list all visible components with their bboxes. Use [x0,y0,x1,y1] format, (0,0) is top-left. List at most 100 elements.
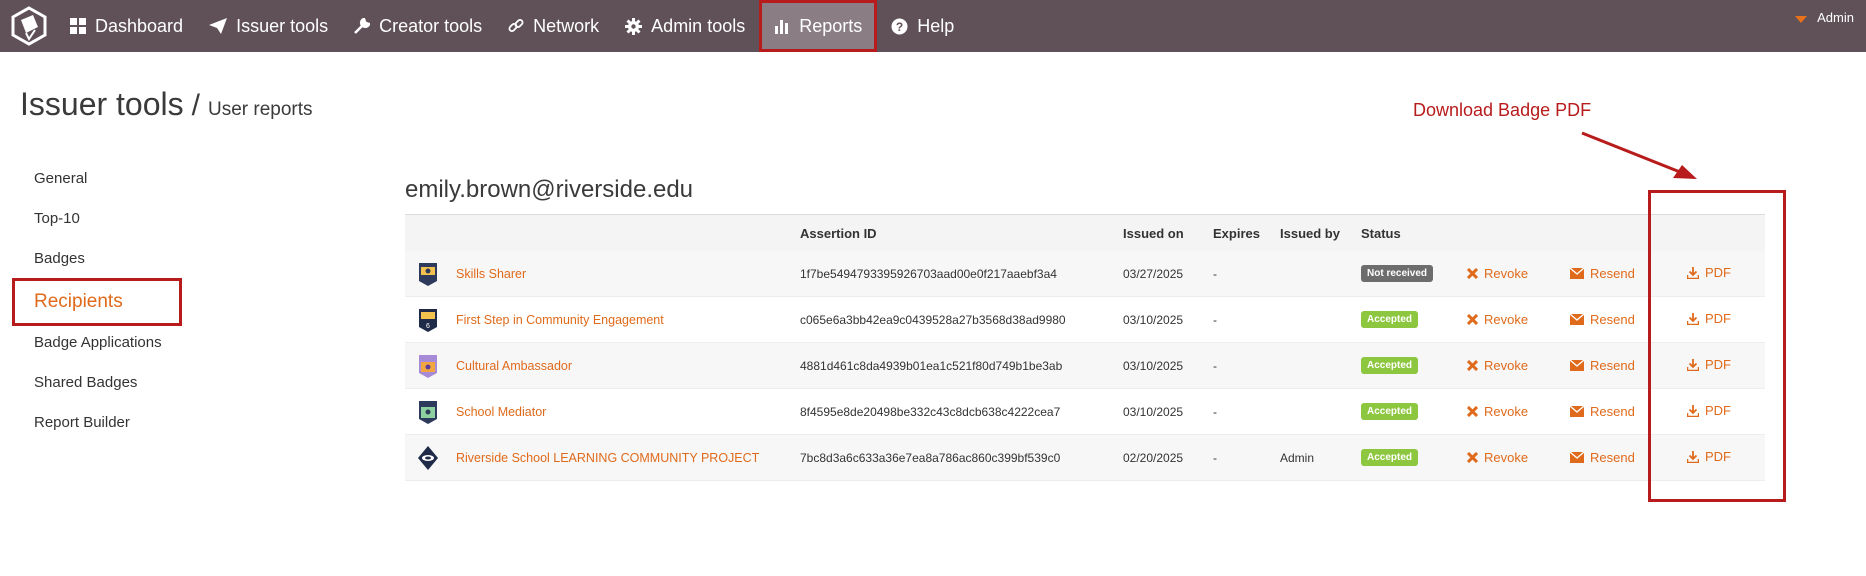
user-name: Admin [1817,10,1854,25]
table-row: Cultural Ambassador 4881d461c8da4939b01e… [405,343,1765,389]
nav-creator-tools[interactable]: Creator tools [354,0,482,52]
status-badge: Accepted [1361,403,1419,420]
badge-cell: Skills Sharer [405,261,800,287]
envelope-icon [1570,313,1584,325]
close-icon [1467,405,1478,417]
app-logo-icon[interactable] [8,5,50,47]
envelope-icon [1570,267,1584,279]
user-menu[interactable]: Admin [1795,10,1854,25]
close-icon [1467,359,1478,371]
nav-help[interactable]: ? Help [891,0,954,52]
top-navigation-bar: Dashboard Issuer tools Creator tools Net… [0,0,1866,52]
badge-table: Assertion ID Issued on Expires Issued by… [405,214,1765,481]
nav-dashboard-label: Dashboard [95,15,184,36]
sidebar-item-badge-applications[interactable]: Badge Applications [12,322,182,362]
revoke-label: Revoke [1484,265,1529,281]
badge-name-link[interactable]: Cultural Ambassador [456,359,572,373]
status-cell: Accepted [1361,403,1467,420]
sidebar-item-badges[interactable]: Badges [12,238,182,278]
resend-button[interactable]: Resend [1570,404,1635,419]
revoke-button[interactable]: Revoke [1467,404,1528,419]
header-assertion-id: Assertion ID [800,225,877,241]
revoke-label: Revoke [1484,449,1529,465]
revoke-button[interactable]: Revoke [1467,266,1528,281]
badge-name-link[interactable]: Skills Sharer [456,267,526,281]
sidebar-item-report-builder[interactable]: Report Builder [12,402,182,442]
assertion-id: c065e6a3bb42ea9c0439528a27b3568d38ad9980 [800,312,1066,327]
nav-issuer-tools[interactable]: Issuer tools [209,0,328,52]
help-icon: ? [891,18,908,34]
resend-button[interactable]: Resend [1570,266,1635,281]
envelope-icon [1570,451,1584,463]
nav-help-label: Help [917,15,955,36]
table-row: School Mediator 8f4595e8de20498be332c43c… [405,389,1765,435]
header-issued-on: Issued on [1123,225,1184,241]
envelope-icon [1570,359,1584,371]
nav-reports-label: Reports [799,15,863,36]
page-title: Issuer tools / User reports [20,86,313,123]
badge-image-icon [419,262,437,286]
sidebar-item-general[interactable]: General [12,158,182,198]
badge-name-link[interactable]: Riverside School LEARNING COMMUNITY PROJ… [456,451,759,465]
nav-network-label: Network [533,15,600,36]
close-icon [1467,451,1478,463]
svg-text:?: ? [896,20,903,34]
pdf-column-highlight [1648,190,1786,502]
issued-on: 02/20/2025 [1123,450,1184,465]
annotation-label: Download Badge PDF [1413,100,1592,120]
assertion-id: 1f7be5494793395926703aad00e0f217aaebf3a4 [800,266,1057,281]
status-badge: Accepted [1361,357,1419,374]
nav-creator-tools-label: Creator tools [379,15,483,36]
issued-on: 03/27/2025 [1123,266,1184,281]
sidebar-item-recipients[interactable]: Recipients [12,278,182,326]
badge-cell: Cultural Ambassador [405,353,800,379]
badge-cell: 6 First Step in Community Engagement [405,307,800,333]
main-nav: Dashboard Issuer tools Creator tools Net… [70,0,980,52]
page-subtitle: User reports [207,99,313,120]
badge-name-link[interactable]: School Mediator [456,405,546,419]
revoke-button[interactable]: Revoke [1467,358,1528,373]
status-cell: Accepted [1361,311,1467,328]
gear-icon [625,17,643,35]
close-icon [1467,267,1478,279]
status-cell: Not received [1361,265,1467,282]
resend-button[interactable]: Resend [1570,450,1635,465]
sidebar-item-top-10[interactable]: Top-10 [12,198,182,238]
resend-button[interactable]: Resend [1570,358,1635,373]
badge-cell: Riverside School LEARNING COMMUNITY PROJ… [405,445,800,471]
revoke-button[interactable]: Revoke [1467,312,1528,327]
nav-network[interactable]: Network [508,0,599,52]
nav-dashboard[interactable]: Dashboard [70,0,183,52]
table-row: 6 First Step in Community Engagement c06… [405,297,1765,343]
svg-text:6: 6 [426,323,430,330]
badge-cell: School Mediator [405,399,800,425]
revoke-cell: Revoke [1467,358,1570,374]
status-cell: Accepted [1361,449,1467,466]
revoke-cell: Revoke [1467,266,1570,282]
revoke-button[interactable]: Revoke [1467,450,1528,465]
dashboard-icon [70,18,86,34]
status-badge: Accepted [1361,449,1419,466]
badge-image-icon [418,445,438,470]
badge-image-icon [419,354,437,378]
expires: - [1213,404,1217,419]
nav-reports[interactable]: Reports [759,0,878,52]
breadcrumb-separator: / [191,89,200,122]
status-cell: Accepted [1361,357,1467,374]
nav-admin-tools[interactable]: Admin tools [625,0,745,52]
status-badge: Accepted [1361,311,1419,328]
resend-button[interactable]: Resend [1570,312,1635,327]
issued-by: Admin [1280,450,1315,465]
send-icon [209,18,228,34]
table-row: Skills Sharer 1f7be5494793395926703aad00… [405,251,1765,297]
revoke-cell: Revoke [1467,404,1570,420]
table-header: Assertion ID Issued on Expires Issued by… [405,215,1765,251]
sidebar-item-shared-badges[interactable]: Shared Badges [12,362,182,402]
nav-admin-tools-label: Admin tools [651,15,746,36]
status-badge: Not received [1361,265,1434,282]
table-row: Riverside School LEARNING COMMUNITY PROJ… [405,435,1765,481]
badge-name-link[interactable]: First Step in Community Engagement [456,313,664,327]
header-expires: Expires [1213,225,1260,241]
header-issued-by: Issued by [1280,225,1340,241]
link-icon [508,19,524,32]
